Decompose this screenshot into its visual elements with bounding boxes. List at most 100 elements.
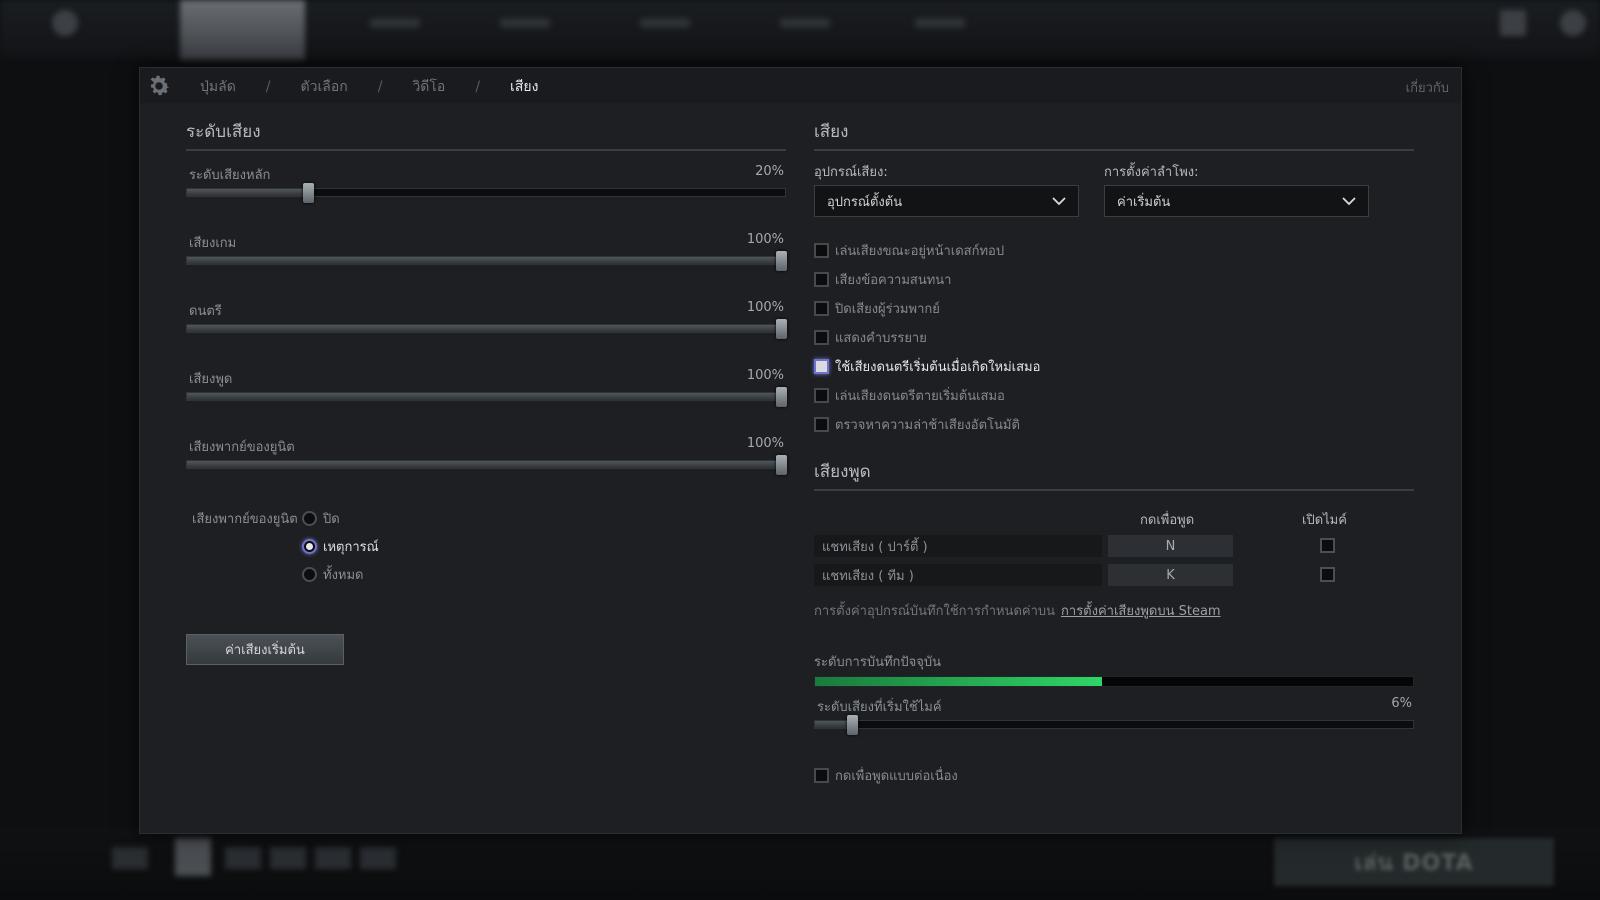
tab-audio[interactable]: เสียง (510, 76, 538, 98)
auto-latency-checkbox[interactable]: ตรวจหาความล่าช้าเสียงอัตโนมัติ (814, 414, 1020, 435)
audio-device-dropdown[interactable]: อุปกรณ์ตั้งต้น (814, 185, 1079, 217)
background-mail-icon (1500, 10, 1526, 36)
announcer-mode-label: เสียงพากย์ของยูนิต (192, 512, 298, 527)
announcer-off-radio[interactable]: ปิด (302, 508, 340, 529)
voice-team-label: แชทเสียง ( ทีม ) (814, 564, 1102, 586)
background-nav-item (780, 18, 830, 28)
open-mic-header: เปิดไมค์ (1302, 513, 1347, 528)
chat-sound-checkbox[interactable]: เสียงข้อความสนทนา (814, 269, 951, 290)
play-on-desktop-checkbox[interactable]: เล่นเสียงขณะอยู่หน้าเดสก์ทอป (814, 240, 1004, 261)
music-volume-slider-row: ดนตรี 100% (186, 300, 787, 350)
checkbox-box[interactable] (814, 272, 829, 287)
about-link[interactable]: เกี่ยวกับ (1406, 77, 1449, 98)
background-menu-icon (52, 10, 78, 36)
checkbox-box[interactable] (814, 301, 829, 316)
audio-device-label: อุปกรณ์เสียง: (814, 165, 888, 180)
default-respawn-music-checkbox[interactable]: ใช้เสียงดนตรีเริ่มต้นเมื่อเกิดใหม่เสมอ (814, 356, 1040, 377)
checkbox-label: แสดงคำบรรยาย (835, 331, 927, 346)
announcer-all-radio[interactable]: ทั้งหมด (302, 564, 364, 585)
slider-value: 100% (746, 436, 784, 451)
tab-options[interactable]: ตัวเลือก (301, 76, 348, 98)
chevron-down-icon (1052, 197, 1066, 206)
dropdown-value: อุปกรณ์ตั้งต้น (827, 194, 903, 210)
background-nav-item (370, 18, 420, 28)
checkbox-box[interactable] (814, 359, 829, 374)
play-dota-button[interactable]: เล่น DOTA (1274, 838, 1554, 886)
background-bottom-tab (225, 847, 261, 869)
slider-label: ดนตรี (189, 304, 222, 319)
checkbox-box[interactable] (814, 330, 829, 345)
slider-label: เสียงพากย์ของยูนิต (189, 440, 295, 455)
recording-level-label: ระดับการบันทึกปัจจุบัน (814, 655, 942, 670)
master-volume-slider[interactable] (186, 183, 786, 203)
checkbox-box[interactable] (814, 243, 829, 258)
dropdown-value: ค่าเริ่มต้น (1117, 194, 1171, 210)
speaker-config-dropdown[interactable]: ค่าเริ่มต้น (1104, 185, 1369, 217)
announcer-volume-slider-row: เสียงพากย์ของยูนิต 100% (186, 436, 787, 486)
background-nav-item (640, 18, 690, 28)
game-volume-slider[interactable] (186, 251, 787, 271)
note-text: การตั้งค่าอุปกรณ์บันทึกใช้การกำหนดค่าบน (814, 604, 1056, 619)
chevron-down-icon (1342, 197, 1356, 206)
checkbox-box[interactable] (814, 388, 829, 403)
radio-label: เหตุการณ์ (323, 540, 379, 555)
breadcrumb-separator: / (475, 79, 481, 95)
announcer-events-radio[interactable]: เหตุการณ์ (302, 536, 379, 557)
recording-level-meter (814, 676, 1414, 687)
background-avatar (1560, 10, 1586, 36)
music-volume-slider[interactable] (186, 319, 787, 339)
game-volume-slider-row: เสียงเกม 100% (186, 232, 787, 282)
checkbox-box[interactable] (814, 417, 829, 432)
breadcrumb: ปุ่มลัด / ตัวเลือก / วิดีโอ / เสียง (200, 76, 538, 98)
checkbox-label: ใช้เสียงดนตรีเริ่มต้นเมื่อเกิดใหม่เสมอ (835, 360, 1041, 375)
gear-icon[interactable] (146, 73, 172, 99)
audio-section-title: เสียง (814, 122, 849, 142)
slider-value: 6% (1391, 696, 1412, 711)
slider-label: ระดับเสียงที่เริ่มใช้ไมค์ (817, 700, 942, 715)
checkbox-label: ตรวจหาความล่าช้าเสียงอัตโนมัติ (835, 418, 1020, 433)
slider-thumb[interactable] (776, 319, 787, 339)
radio-indicator[interactable] (302, 511, 317, 526)
voice-volume-slider[interactable] (186, 387, 787, 407)
mute-cocaster-checkbox[interactable]: ปิดเสียงผู้ร่วมพากย์ (814, 298, 940, 319)
slider-thumb[interactable] (776, 251, 787, 271)
checkbox-label: เสียงข้อความสนทนา (835, 273, 952, 288)
checkbox-label: เล่นเสียงดนตรีตายเริ่มต้นเสมอ (835, 389, 1005, 404)
checkbox-label: กดเพื่อพูดแบบต่อเนื่อง (835, 769, 958, 784)
speaker-config-label: การตั้งค่าลำโพง: (1104, 165, 1199, 180)
radio-indicator[interactable] (302, 539, 317, 554)
radio-indicator[interactable] (302, 567, 317, 582)
background-nav-item (915, 18, 965, 28)
checkbox-label: เล่นเสียงขณะอยู่หน้าเดสก์ทอป (835, 244, 1005, 259)
background-bottom-tab (270, 847, 306, 869)
slider-value: 100% (746, 368, 784, 383)
slider-thumb[interactable] (846, 715, 858, 735)
show-subtitles-checkbox[interactable]: แสดงคำบรรยาย (814, 327, 927, 348)
slider-label: เสียงพูด (189, 372, 233, 387)
voice-party-key-button[interactable]: N (1108, 535, 1233, 557)
checkbox-box[interactable] (814, 768, 829, 783)
slider-thumb[interactable] (776, 387, 787, 407)
background-bottom-tab (112, 847, 148, 869)
master-volume-slider-row: ระดับเสียงหลัก 20% (186, 164, 786, 214)
radio-label: ปิด (323, 512, 340, 527)
voice-volume-slider-row: เสียงพูด 100% (186, 368, 787, 418)
mic-threshold-slider-row: ระดับเสียงที่เริ่มใช้ไมค์ 6% (814, 696, 1414, 746)
voice-team-key-button[interactable]: K (1108, 564, 1233, 586)
checkbox-label: ปิดเสียงผู้ร่วมพากย์ (835, 302, 940, 317)
steam-voice-settings-link[interactable]: การตั้งค่าเสียงพูดบน Steam (1061, 604, 1221, 619)
continuous-push-to-talk-checkbox[interactable]: กดเพื่อพูดแบบต่อเนื่อง (814, 765, 958, 786)
reset-audio-defaults-button[interactable]: ค่าเสียงเริ่มต้น (186, 634, 344, 665)
slider-thumb[interactable] (776, 455, 787, 475)
tab-video[interactable]: วิดีโอ (412, 76, 445, 98)
mic-threshold-slider[interactable] (814, 715, 1414, 735)
slider-thumb[interactable] (302, 183, 314, 203)
background-bottom-tab (315, 847, 351, 869)
announcer-volume-slider[interactable] (186, 455, 787, 475)
default-death-music-checkbox[interactable]: เล่นเสียงดนตรีตายเริ่มต้นเสมอ (814, 385, 1005, 406)
voice-party-open-mic-checkbox[interactable] (1320, 538, 1335, 553)
background-bottom-tab (175, 838, 211, 876)
tab-hotkeys[interactable]: ปุ่มลัด (200, 76, 236, 98)
voice-section-title: เสียงพูด (814, 462, 871, 482)
voice-team-open-mic-checkbox[interactable] (1320, 567, 1335, 582)
